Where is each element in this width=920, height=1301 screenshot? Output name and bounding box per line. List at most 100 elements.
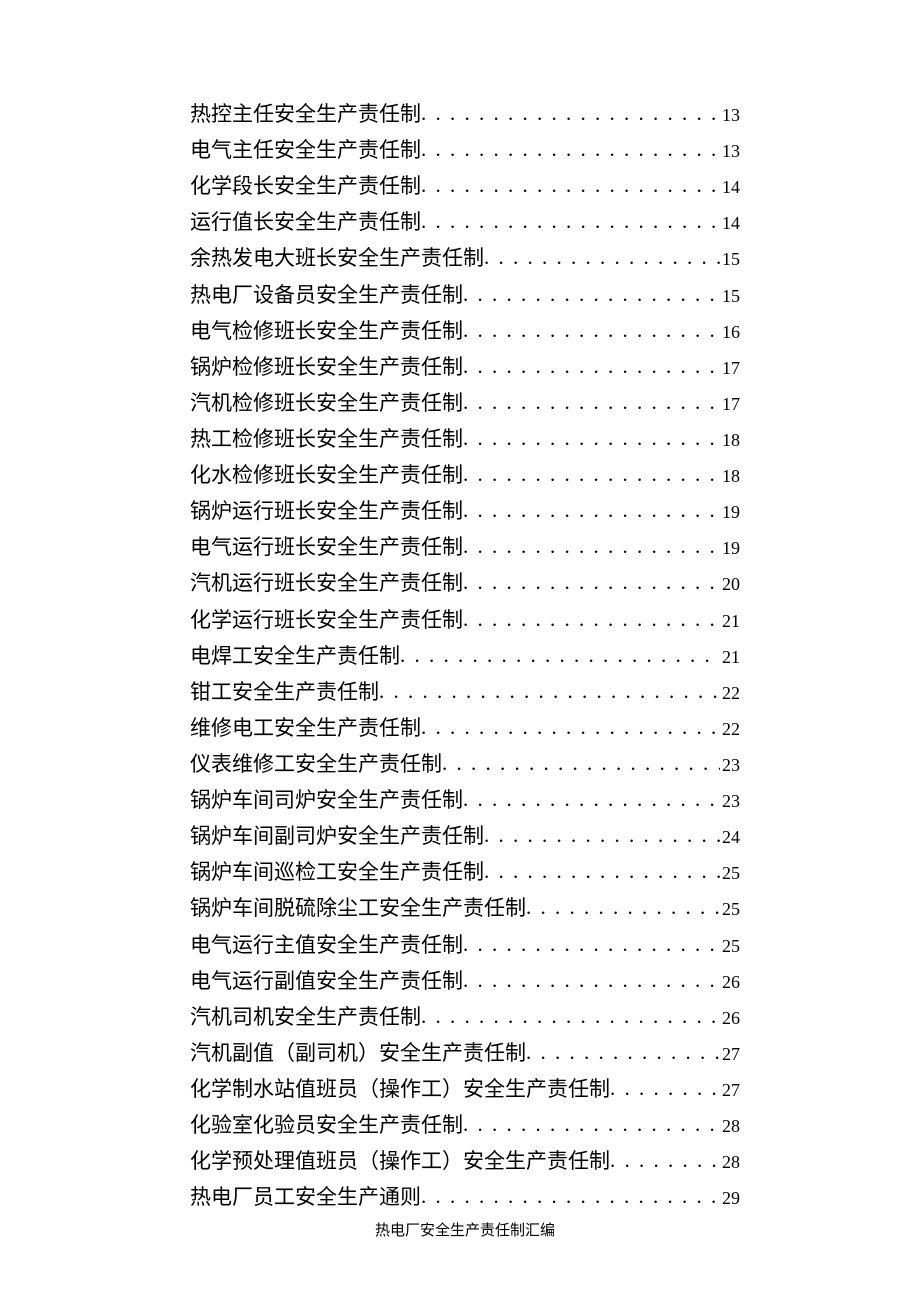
toc-leader-dots (463, 420, 720, 456)
toc-entry: 仪表维修工安全生产责任制 23 (190, 746, 740, 782)
toc-leader-dots (463, 528, 720, 564)
toc-entry-page: 22 (720, 678, 740, 709)
toc-entry-page: 17 (720, 389, 740, 420)
toc-entry: 汽机司机安全生产责任制26 (190, 999, 740, 1035)
toc-entry-title: 化学制水站值班员（操作工）安全生产责任制 (190, 1071, 610, 1107)
toc-entry-title: 维修电工安全生产责任制 (190, 710, 421, 746)
toc-entry-page: 26 (720, 1003, 740, 1034)
toc-entry: 化学运行班长安全生产责任制21 (190, 602, 740, 638)
toc-leader-dots (463, 564, 720, 600)
toc-entry: 维修电工安全生产责任制 22 (190, 710, 740, 746)
toc-entry-title: 锅炉运行班长安全生产责任制 (190, 493, 463, 529)
toc-entry: 余热发电大班长安全生产责任制 15 (190, 240, 740, 276)
toc-entry-title: 汽机副值（副司机）安全生产责任制 (190, 1035, 526, 1071)
toc-leader-dots (421, 95, 720, 131)
toc-entry-page: 15 (720, 244, 740, 275)
toc-entry-page: 26 (720, 967, 740, 998)
toc-entry-page: 15 (720, 281, 740, 312)
toc-entry: 化学段长安全生产责任制14 (190, 168, 740, 204)
toc-entry-page: 19 (720, 533, 740, 564)
toc-entry-title: 锅炉车间副司炉安全生产责任制 (190, 818, 484, 854)
toc-entry: 化学制水站值班员（操作工）安全生产责任制 27 (190, 1071, 740, 1107)
toc-entry: 热电厂员工安全生产通则29 (190, 1179, 740, 1215)
toc-entry-page: 24 (720, 822, 740, 853)
toc-entry-page: 22 (720, 714, 740, 745)
toc-leader-dots (463, 601, 720, 637)
toc-entry-page: 18 (720, 425, 740, 456)
toc-entry-page: 25 (720, 894, 740, 925)
toc-entry: 锅炉检修班长安全生产责任制 17 (190, 349, 740, 385)
toc-entry-page: 13 (720, 100, 740, 131)
toc-entry-page: 17 (720, 353, 740, 384)
toc-entry-title: 电气运行副值安全生产责任制 (190, 963, 463, 999)
toc-leader-dots (379, 673, 720, 709)
toc-leader-dots (610, 1070, 720, 1106)
toc-entry: 热控主任安全生产责任制 13 (190, 96, 740, 132)
toc-entry-title: 电气运行班长安全生产责任制 (190, 529, 463, 565)
toc-leader-dots (463, 348, 720, 384)
toc-leader-dots (526, 1034, 720, 1070)
toc-entry-title: 汽机检修班长安全生产责任制 (190, 385, 463, 421)
toc-list: 热控主任安全生产责任制13电气主任安全生产责任制13化学段长安全生产责任制14运… (190, 96, 740, 1215)
toc-leader-dots (421, 998, 720, 1034)
toc-entry-title: 钳工安全生产责任制 (190, 674, 379, 710)
toc-entry-title: 汽机运行班长安全生产责任制 (190, 565, 463, 601)
toc-leader-dots (463, 384, 720, 420)
toc-entry-title: 电气主任安全生产责任制 (190, 132, 421, 168)
toc-leader-dots (463, 926, 720, 962)
toc-leader-dots (463, 781, 720, 817)
toc-entry-page: 23 (720, 750, 740, 781)
toc-entry-title: 电气检修班长安全生产责任制 (190, 313, 463, 349)
toc-entry-title: 锅炉车间巡检工安全生产责任制 (190, 854, 484, 890)
toc-entry: 钳工安全生产责任制 22 (190, 674, 740, 710)
toc-entry: 运行值长安全生产责任制14 (190, 204, 740, 240)
toc-leader-dots (526, 889, 720, 925)
toc-leader-dots (484, 853, 720, 889)
toc-entry-title: 热控主任安全生产责任制 (190, 96, 421, 132)
toc-entry-page: 25 (720, 858, 740, 889)
toc-entry: 锅炉车间巡检工安全生产责任制 25 (190, 854, 740, 890)
toc-entry: 电气主任安全生产责任制 13 (190, 132, 740, 168)
toc-leader-dots (463, 456, 720, 492)
toc-leader-dots (610, 1142, 720, 1178)
toc-leader-dots (421, 167, 720, 203)
toc-entry: 汽机运行班长安全生产责任制 20 (190, 565, 740, 601)
toc-entry: 锅炉运行班长安全生产责任制 19 (190, 493, 740, 529)
toc-leader-dots (484, 817, 720, 853)
toc-entry-page: 14 (720, 172, 740, 203)
toc-entry-page: 18 (720, 461, 740, 492)
toc-entry: 化学预处理值班员（操作工）安全生产责任制28 (190, 1143, 740, 1179)
toc-leader-dots (463, 492, 720, 528)
toc-entry-page: 27 (720, 1039, 740, 1070)
toc-leader-dots (400, 637, 720, 673)
toc-leader-dots (463, 962, 720, 998)
toc-entry-title: 化水检修班长安全生产责任制 (190, 457, 463, 493)
toc-entry-page: 20 (720, 569, 740, 600)
toc-leader-dots (421, 131, 720, 167)
toc-entry-title: 化学运行班长安全生产责任制 (190, 602, 463, 638)
toc-entry-title: 电焊工安全生产责任制 (190, 638, 400, 674)
toc-entry-page: 19 (720, 497, 740, 528)
toc-leader-dots (463, 1106, 720, 1142)
toc-entry-page: 13 (720, 136, 740, 167)
toc-entry: 电气运行主值安全生产责任制25 (190, 927, 740, 963)
toc-entry: 化验室化验员安全生产责任制28 (190, 1107, 740, 1143)
toc-entry-title: 运行值长安全生产责任制 (190, 204, 421, 240)
toc-leader-dots (442, 745, 720, 781)
page-footer: 热电厂安全生产责任制汇编 (190, 1219, 740, 1240)
toc-entry-title: 化学预处理值班员（操作工）安全生产责任制 (190, 1143, 610, 1179)
toc-entry-page: 23 (720, 786, 740, 817)
toc-entry: 锅炉车间脱硫除尘工安全生产责任制 25 (190, 890, 740, 926)
toc-entry-title: 锅炉车间脱硫除尘工安全生产责任制 (190, 890, 526, 926)
toc-entry-title: 仪表维修工安全生产责任制 (190, 746, 442, 782)
toc-entry-title: 锅炉检修班长安全生产责任制 (190, 349, 463, 385)
toc-entry-title: 锅炉车间司炉安全生产责任制 (190, 782, 463, 818)
toc-entry: 热工检修班长安全生产责任制18 (190, 421, 740, 457)
toc-entry: 汽机检修班长安全生产责任制 17 (190, 385, 740, 421)
toc-entry-title: 化验室化验员安全生产责任制 (190, 1107, 463, 1143)
toc-entry-title: 余热发电大班长安全生产责任制 (190, 240, 484, 276)
toc-entry: 锅炉车间司炉安全生产责任制 23 (190, 782, 740, 818)
toc-leader-dots (421, 1178, 720, 1214)
toc-leader-dots (484, 239, 720, 275)
toc-entry-page: 27 (720, 1075, 740, 1106)
